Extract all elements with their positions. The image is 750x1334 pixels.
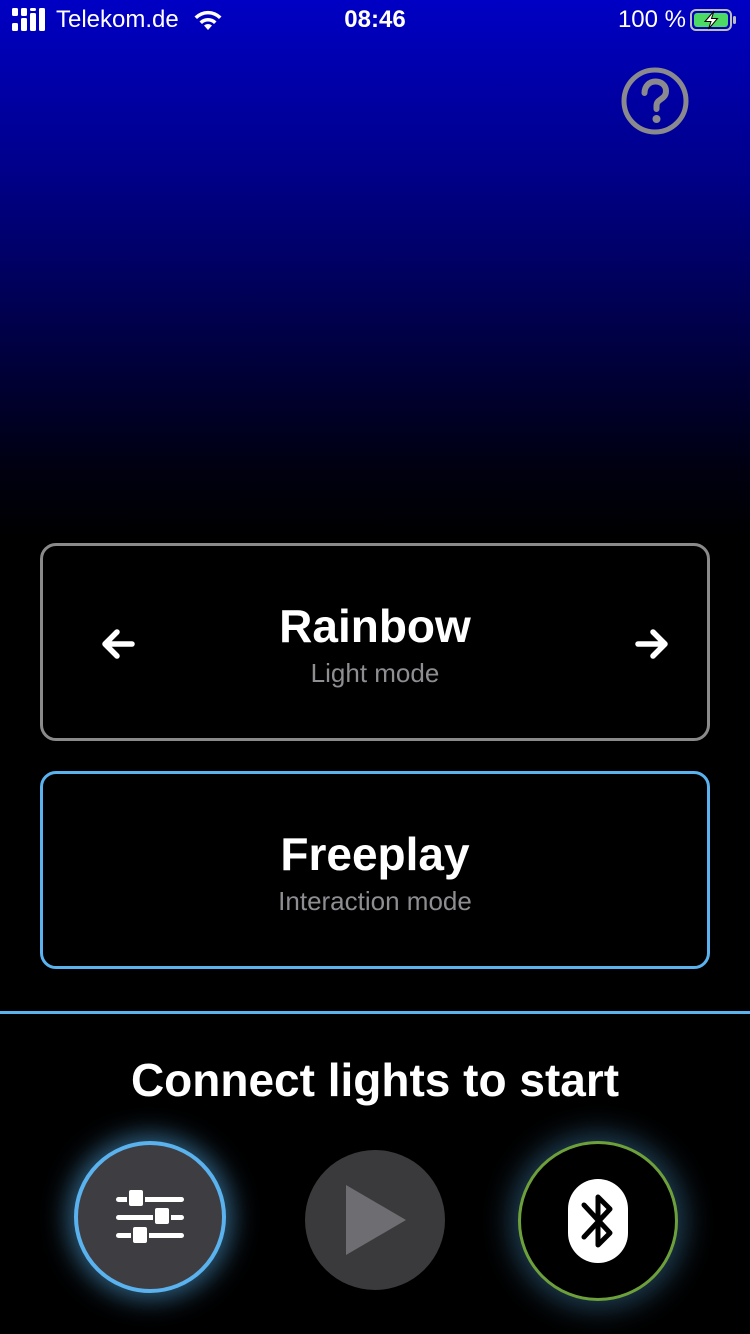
next-mode-arrow-icon[interactable]	[632, 624, 672, 664]
battery-percentage: 100 %	[617, 6, 686, 33]
bluetooth-icon	[568, 1179, 628, 1263]
status-bar: Telekom.de 08:46 100 %	[0, 0, 750, 40]
interaction-mode-title: Freeplay	[280, 828, 470, 880]
footer-divider	[0, 1011, 750, 1014]
help-button[interactable]	[620, 66, 690, 136]
light-mode-subtitle: Light mode	[310, 658, 440, 688]
interaction-mode-selector[interactable]: Freeplay Interaction mode	[40, 771, 710, 969]
bluetooth-button[interactable]	[518, 1141, 678, 1301]
play-icon	[346, 1185, 406, 1255]
light-mode-selector[interactable]: Rainbow Light mode	[40, 543, 710, 741]
question-circle-icon	[621, 67, 689, 135]
settings-button[interactable]	[74, 1141, 226, 1293]
sliders-icon	[116, 1188, 184, 1245]
light-mode-title: Rainbow	[279, 600, 471, 652]
battery-charging-icon	[690, 9, 736, 31]
interaction-mode-subtitle: Interaction mode	[278, 886, 472, 916]
connect-prompt: Connect lights to start	[130, 1054, 620, 1106]
play-button[interactable]	[305, 1150, 445, 1290]
